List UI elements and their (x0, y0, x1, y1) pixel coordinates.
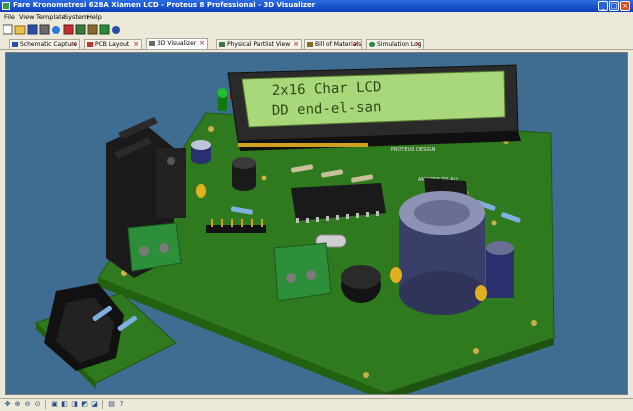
menu-template[interactable]: Template (36, 13, 66, 21)
window-title: Fare Kronometresi 628A Xiamen LCD - Prot… (13, 1, 316, 9)
save-icon (27, 24, 38, 35)
menu-view[interactable]: View (19, 13, 34, 21)
tab-schematic-capture[interactable]: Schematic Capture × (9, 39, 80, 49)
view-top-icon[interactable]: ▣ (50, 400, 59, 409)
menu-bar: File View Template System Help (0, 12, 633, 22)
home-icon (52, 26, 60, 34)
buzzer (341, 265, 381, 303)
bom-icon (87, 24, 98, 35)
led-green (217, 88, 228, 111)
capacitor-small (191, 140, 211, 164)
tab-bill-of-materials[interactable]: Bill of Materials × (304, 39, 362, 49)
separator (45, 400, 46, 409)
tab-pcb-layout[interactable]: PCB Layout × (84, 39, 142, 49)
pin-header (206, 225, 266, 233)
print-icon[interactable]: ▤ (107, 400, 116, 409)
close-project-icon (39, 24, 50, 35)
pcb-3d-scene[interactable]: 2x16 Char LCD DD end-el-san PROTEUS DESI… (6, 53, 628, 395)
3d-viewport[interactable]: 2x16 Char LCD DD end-el-san PROTEUS DESI… (5, 52, 628, 395)
log-icon (99, 24, 110, 35)
menu-file[interactable]: File (4, 13, 15, 21)
silk-label: PROTEUS DESIGN (391, 147, 436, 153)
menu-help[interactable]: Help (87, 13, 102, 21)
terminal-block (127, 222, 182, 272)
zoom-fit-icon[interactable]: ⊙ (33, 400, 42, 409)
pcb-icon (63, 24, 74, 35)
pcb-layout-icon (87, 42, 93, 47)
partlist-icon (219, 42, 225, 47)
pan-icon[interactable]: ✥ (3, 400, 12, 409)
view-back-icon[interactable]: ◪ (90, 400, 99, 409)
separator (102, 400, 103, 409)
maximize-button[interactable]: □ (609, 1, 619, 11)
toolbar-icons[interactable] (3, 23, 123, 37)
3d-icon (75, 24, 86, 35)
tab-close-icon[interactable]: × (415, 40, 421, 48)
app-icon (2, 2, 10, 10)
visualizer-icon (149, 41, 155, 46)
terminal-block (273, 242, 332, 302)
bom-tab-icon (307, 42, 313, 47)
capacitor-large (399, 191, 485, 315)
menu-system[interactable]: System (64, 13, 88, 21)
tab-close-icon[interactable]: × (71, 40, 77, 48)
zoom-in-icon[interactable]: ⊕ (13, 400, 22, 409)
view-right-icon[interactable]: ◩ (80, 400, 89, 409)
zoom-out-icon[interactable]: ⊖ (23, 400, 32, 409)
help-toolbar-icon (112, 26, 120, 34)
tab-close-icon[interactable]: × (199, 39, 205, 47)
schematic-icon (12, 42, 18, 47)
status-bar: ✥ ⊕ ⊖ ⊙ ▣ ◧ ◨ ◩ ◪ ▤ ? (0, 398, 633, 411)
capacitor-small (232, 157, 256, 191)
capacitor-small (486, 241, 514, 298)
close-button[interactable]: × (620, 1, 630, 11)
tab-close-icon[interactable]: × (353, 40, 359, 48)
tab-close-icon[interactable]: × (293, 40, 299, 48)
tab-physical-partlist-view[interactable]: Physical Partlist View × (216, 39, 302, 49)
lcd-header-pins (238, 143, 368, 147)
tab-simulation-log[interactable]: Simulation Log × (366, 39, 424, 49)
help-icon[interactable]: ? (117, 400, 126, 409)
view-front-icon[interactable]: ◧ (60, 400, 69, 409)
new-icon (3, 24, 13, 35)
view-left-icon[interactable]: ◨ (70, 400, 79, 409)
title-bar[interactable]: Fare Kronometresi 628A Xiamen LCD - Prot… (0, 0, 633, 12)
open-icon (14, 25, 26, 35)
minimize-button[interactable]: _ (598, 1, 608, 11)
simlog-icon (369, 42, 375, 47)
tab-3d-visualizer[interactable]: 3D Visualizer × (146, 38, 208, 49)
tab-close-icon[interactable]: × (133, 40, 139, 48)
